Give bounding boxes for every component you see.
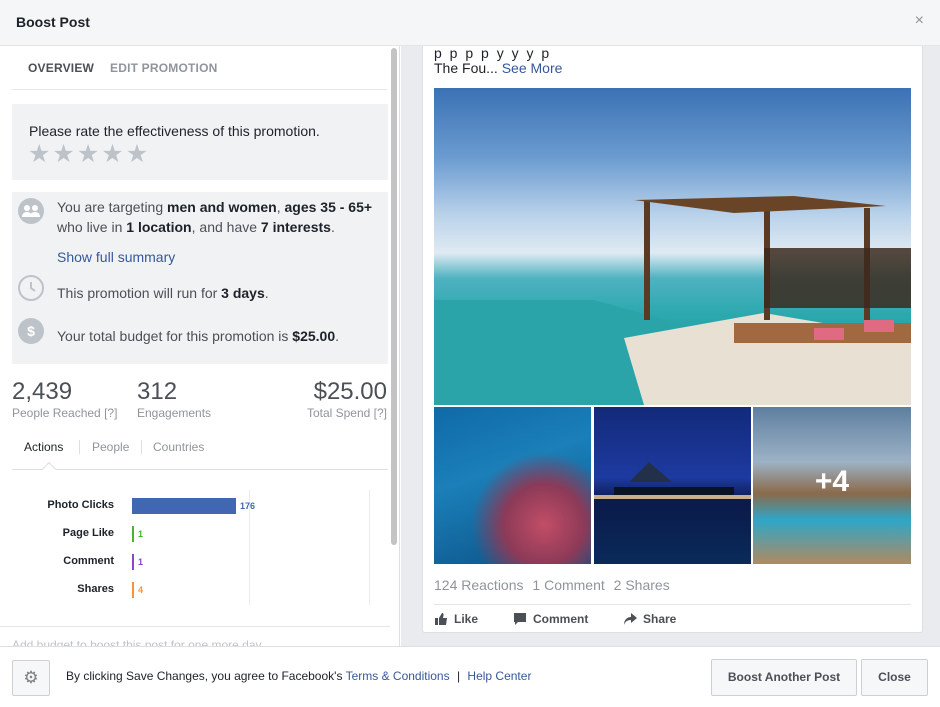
reaction-summary: 124 Reactions 1 Comment 2 Shares [434, 577, 675, 593]
bar-label: Photo Clicks [47, 499, 114, 511]
tab-actions[interactable]: Actions [24, 440, 63, 454]
dialog-footer: ⚙ By clicking Save Changes, you agree to… [0, 646, 940, 707]
top-tabs: OVERVIEW EDIT PROMOTION [12, 46, 387, 90]
share-button[interactable]: Share [623, 612, 676, 626]
engagements-stat: 312 Engagements [137, 378, 212, 420]
chart-gridline [369, 490, 370, 605]
divider [434, 604, 911, 605]
star-icon[interactable]: ★ [52, 142, 74, 167]
post-card: p p p p y y y p The Fou... See More +4 1… [422, 46, 923, 633]
people-icon [18, 198, 44, 224]
villa-pool-photo[interactable]: +4 [753, 407, 911, 564]
bar-value-label: 1 [138, 557, 144, 567]
night-villa-photo[interactable] [594, 407, 751, 564]
tab-separator [141, 440, 142, 454]
people-reached-stat: 2,439 People Reached [?] [12, 378, 118, 420]
targeting-line-1: You are targeting men and women, ages 35… [57, 199, 373, 215]
help-center-link[interactable]: Help Center [467, 669, 531, 683]
terms-text: By clicking Save Changes, you agree to F… [66, 669, 532, 683]
targeting-summary: You are targeting men and women, ages 35… [12, 192, 388, 364]
duration-line: This promotion will run for 3 days. [57, 285, 269, 301]
shares-count[interactable]: 2 Shares [614, 577, 670, 593]
share-icon [624, 613, 637, 625]
tab-separator [79, 440, 80, 454]
tab-people[interactable]: People [92, 440, 129, 454]
rating-question: Please rate the effectiveness of this pr… [29, 123, 320, 139]
see-more-link[interactable]: See More [502, 60, 563, 76]
terms-link[interactable]: Terms & Conditions [346, 669, 450, 683]
post-preview-panel: p p p p y y y p The Fou... See More +4 1… [401, 46, 940, 646]
star-icon[interactable]: ★ [77, 142, 99, 167]
star-rating: ★ ★ ★ ★ ★ [28, 142, 148, 167]
bar [132, 526, 134, 542]
more-photos-count: +4 [814, 465, 850, 498]
bar [132, 498, 236, 514]
close-button[interactable]: Close [861, 659, 928, 696]
targeting-line-2: who live in 1 location, and have 7 inter… [57, 219, 335, 235]
star-icon[interactable]: ★ [28, 142, 50, 167]
post-text: The Fou... See More [434, 60, 563, 76]
dollar-icon: $ [18, 318, 44, 344]
bar-value-label: 176 [240, 501, 256, 511]
add-budget-text[interactable]: Add budget to boost this post for one mo… [12, 638, 262, 646]
actions-bar-chart: Photo Clicks 176 Page Like 1 Comment 1 Shares 4 [0, 480, 390, 630]
thumbs-up-icon [435, 613, 447, 625]
rating-box: Please rate the effectiveness of this pr… [12, 104, 388, 180]
show-full-summary-link[interactable]: Show full summary [57, 247, 175, 267]
bar [132, 582, 134, 598]
tab-edit-promotion[interactable]: EDIT PROMOTION [110, 61, 217, 75]
dialog-header: Boost Post × [0, 0, 940, 46]
tab-overview[interactable]: OVERVIEW [28, 61, 94, 75]
star-icon[interactable]: ★ [101, 142, 123, 167]
promotion-overview-panel: OVERVIEW EDIT PROMOTION Please rate the … [0, 46, 400, 646]
scrollbar[interactable] [391, 48, 397, 545]
budget-line: Your total budget for this promotion is … [57, 328, 340, 344]
bar-value-label: 4 [138, 585, 144, 595]
clock-icon [18, 275, 44, 301]
comments-count[interactable]: 1 Comment [532, 577, 604, 593]
coral-photo[interactable] [434, 407, 591, 564]
dialog-title: Boost Post [16, 14, 90, 30]
results-tabs: Actions People Countries [12, 426, 388, 477]
reactions-count[interactable]: 124 Reactions [434, 577, 524, 593]
comment-button[interactable]: Comment [513, 612, 588, 626]
main-photo[interactable] [434, 88, 911, 405]
tab-countries[interactable]: Countries [153, 440, 204, 454]
bar-label: Shares [77, 583, 114, 595]
bar-label: Comment [63, 555, 114, 567]
bar [132, 554, 134, 570]
post-text-cut: p p p p y y y p [434, 46, 552, 61]
total-spend-stat: $25.00 Total Spend [?] [306, 378, 387, 420]
active-tab-caret [41, 461, 57, 477]
bar-label: Page Like [62, 527, 114, 539]
bar-value-label: 1 [138, 529, 144, 539]
gear-icon[interactable]: ⚙ [12, 660, 50, 696]
like-button[interactable]: Like [434, 612, 478, 626]
divider [0, 626, 390, 627]
close-icon[interactable]: × [915, 12, 924, 30]
star-icon[interactable]: ★ [126, 142, 148, 167]
boost-another-post-button[interactable]: Boost Another Post [711, 659, 857, 696]
comment-icon [514, 613, 526, 625]
